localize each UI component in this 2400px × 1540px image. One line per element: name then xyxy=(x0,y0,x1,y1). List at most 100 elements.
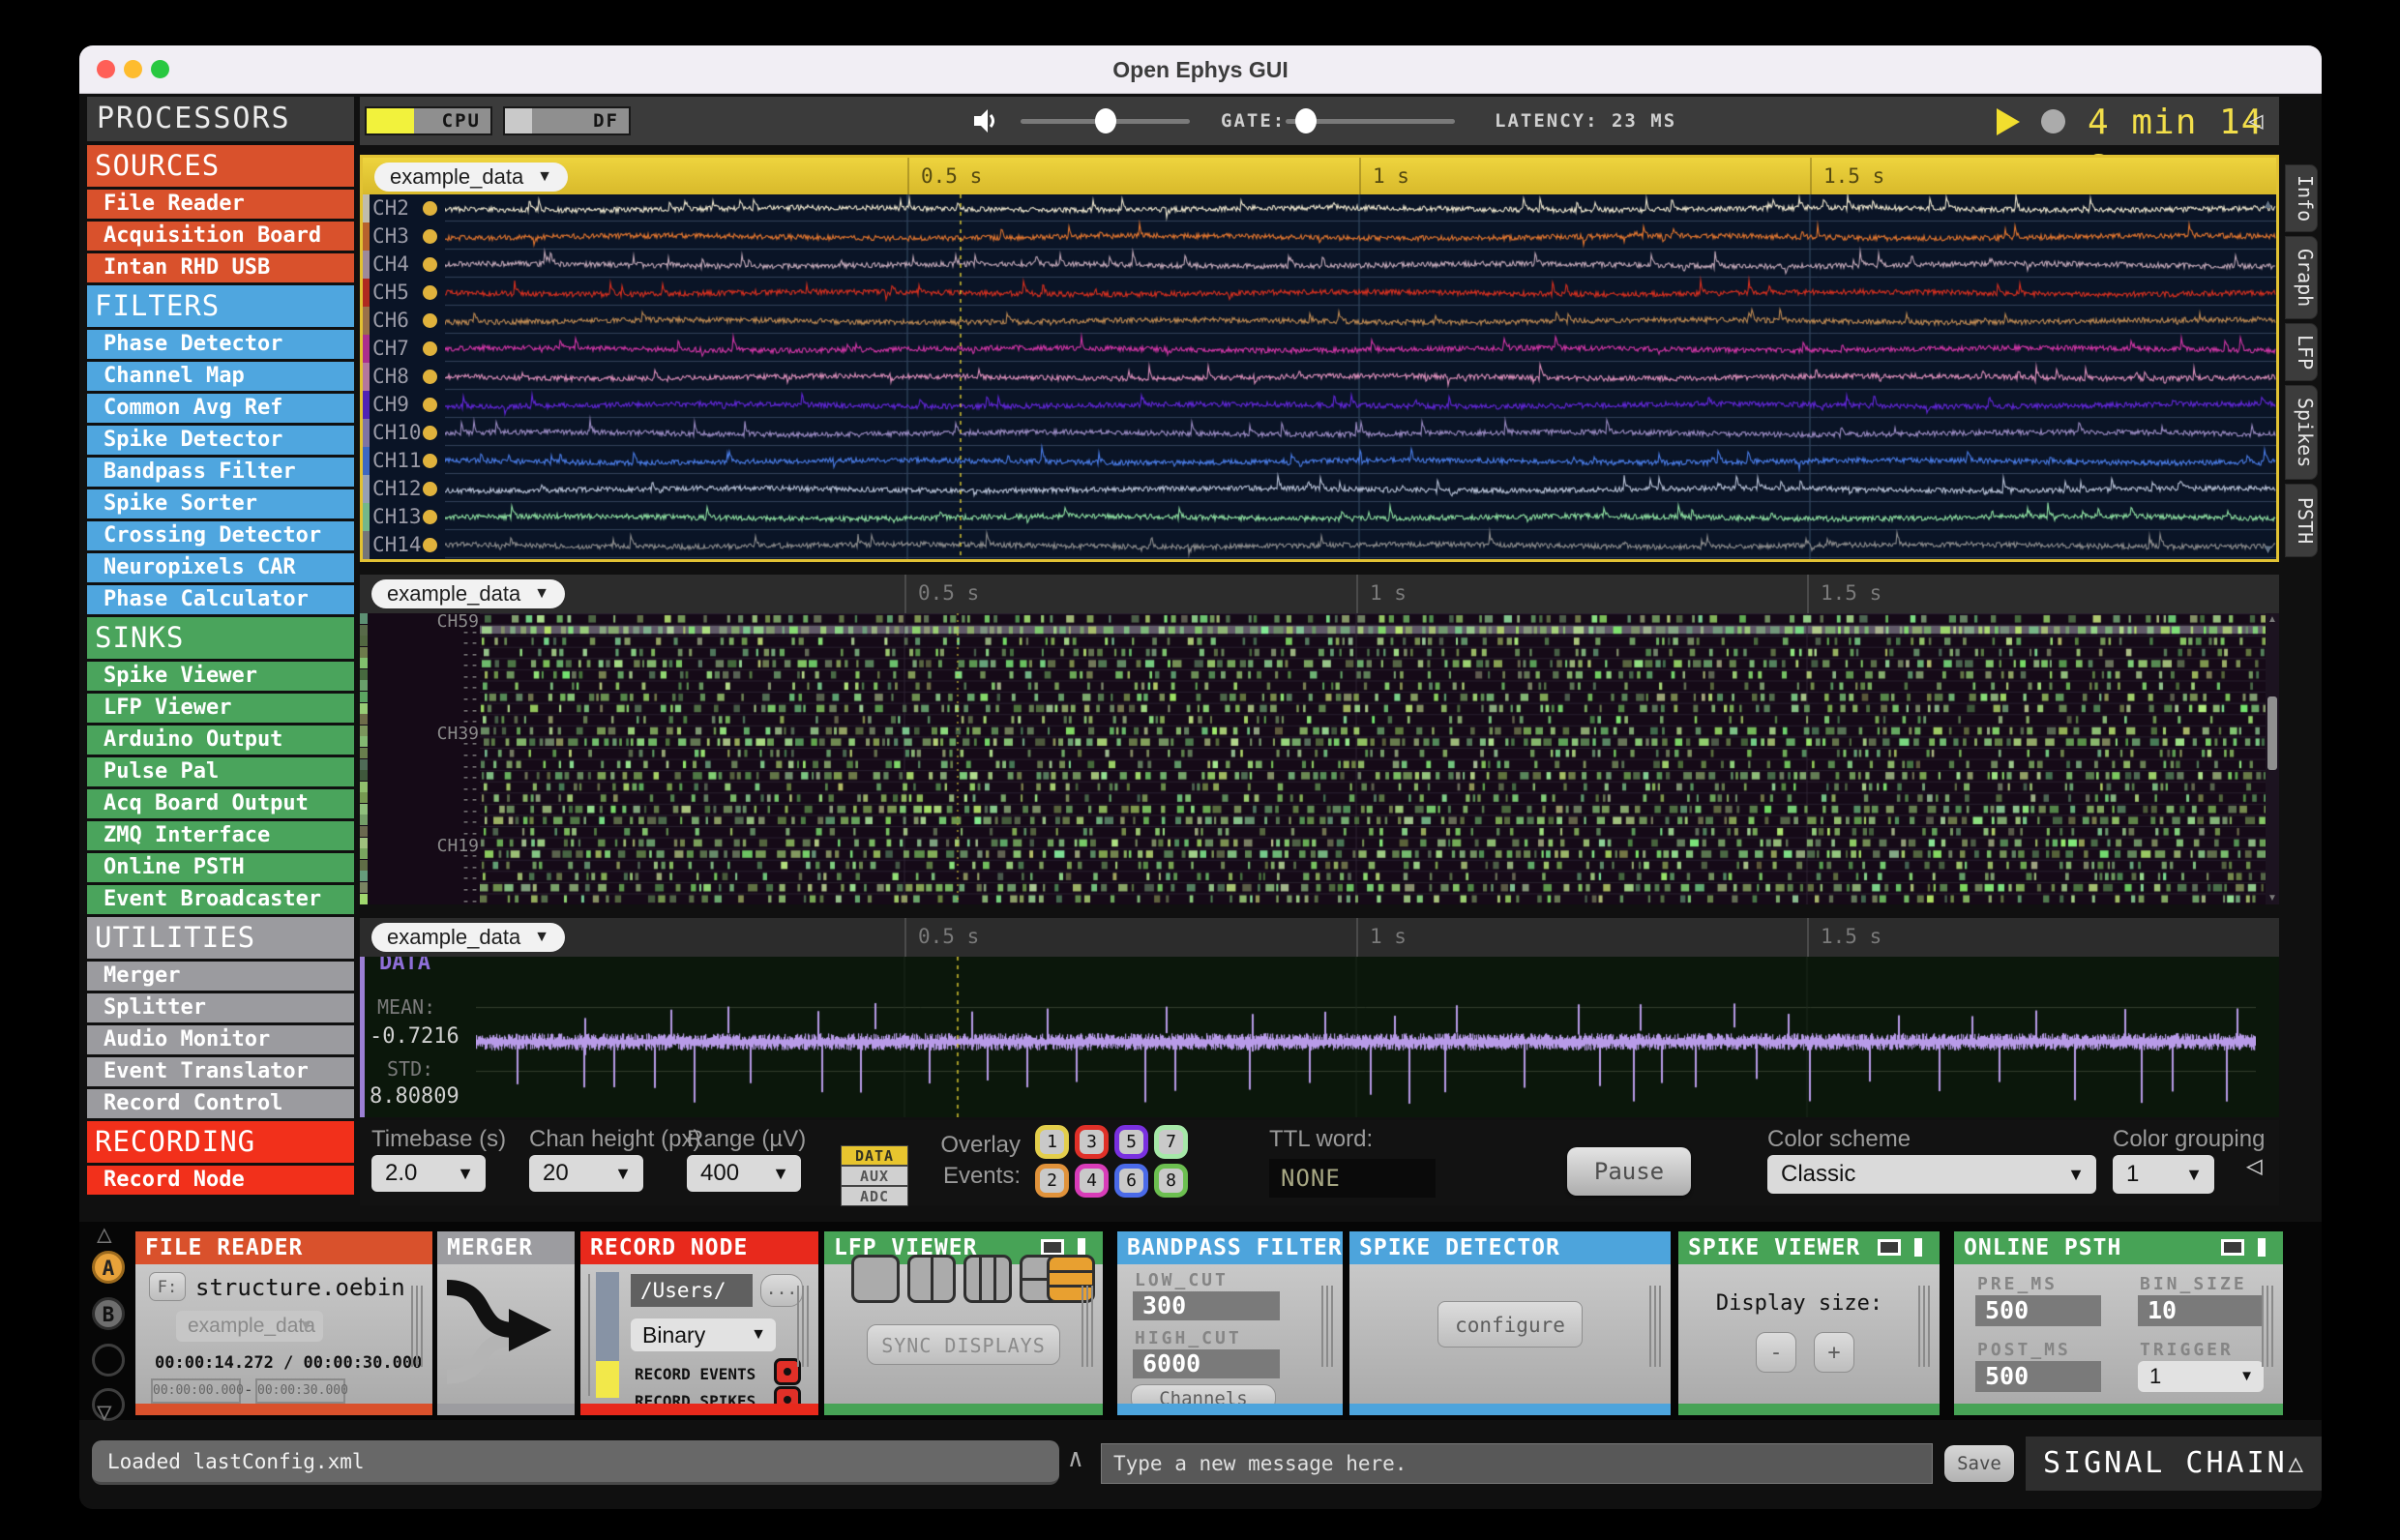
scroll-down-icon[interactable]: ▼ xyxy=(2267,893,2277,903)
gate-slider[interactable] xyxy=(1286,108,1455,133)
channel-audio-circle[interactable] xyxy=(423,257,437,272)
channel-label-ch9[interactable]: CH9 xyxy=(372,393,409,416)
sidebar-item-phase-detector[interactable]: Phase Detector xyxy=(87,330,354,359)
channel-audio-circle[interactable] xyxy=(423,482,437,496)
node-merger[interactable]: MERGER xyxy=(437,1231,575,1415)
channel-audio-circle[interactable] xyxy=(423,426,437,440)
sidebar-item-splitter[interactable]: Splitter xyxy=(87,993,354,1022)
layout-single-button[interactable] xyxy=(851,1255,900,1303)
configure-button[interactable]: configure xyxy=(1437,1301,1583,1348)
drag-handle[interactable] xyxy=(1649,1286,1662,1367)
node-file-reader[interactable]: FILE READER F: structure.oebin example_d… xyxy=(135,1231,432,1415)
node-spike-detector[interactable]: SPIKE DETECTOR configure xyxy=(1349,1231,1671,1415)
record-button[interactable] xyxy=(2041,109,2065,133)
node-spike-viewer[interactable]: SPIKE VIEWER Display size: - + xyxy=(1678,1231,1940,1415)
scroll-up-icon[interactable]: ▲ xyxy=(2267,614,2277,625)
channel-label-ch5[interactable]: CH5 xyxy=(372,281,409,304)
scroll-down-icon[interactable]: ▼ xyxy=(2262,542,2274,557)
drag-handle[interactable] xyxy=(2262,1286,2274,1367)
channel-audio-circle[interactable] xyxy=(423,398,437,412)
selector-a[interactable]: A xyxy=(92,1251,125,1284)
tab-graph[interactable]: Graph xyxy=(2285,236,2318,319)
save-button[interactable]: Save xyxy=(1944,1445,2014,1482)
display-size-minus-button[interactable]: - xyxy=(1756,1332,1796,1373)
sync-displays-button[interactable]: SYNC DISPLAYS xyxy=(867,1324,1060,1365)
raster-scroll-thumb[interactable] xyxy=(2267,696,2277,770)
overlay-event-4[interactable]: 4 xyxy=(1075,1164,1109,1198)
sidebar-item-spike-sorter[interactable]: Spike Sorter xyxy=(87,489,354,518)
high-cut-field[interactable]: 6000 xyxy=(1133,1349,1280,1378)
tab-icon[interactable] xyxy=(2258,1238,2266,1257)
channel-label-ch14[interactable]: CH14 xyxy=(372,533,422,556)
tab-lfp[interactable]: LFP xyxy=(2285,323,2318,381)
drag-handle[interactable] xyxy=(1321,1286,1334,1367)
channel-type-adc[interactable]: ADC xyxy=(841,1186,908,1206)
channel-label-ch3[interactable]: CH3 xyxy=(372,224,409,248)
chevron-up-icon[interactable]: ∧ xyxy=(1068,1444,1083,1473)
drag-handle[interactable] xyxy=(1918,1286,1931,1367)
selector-b[interactable]: B xyxy=(92,1297,125,1330)
drag-handle[interactable] xyxy=(411,1286,424,1367)
color-grouping-dropdown[interactable]: 1 ▼ xyxy=(2113,1155,2214,1194)
sidebar-item-record-control[interactable]: Record Control xyxy=(87,1089,354,1118)
channel-type-data[interactable]: DATA xyxy=(841,1145,908,1166)
lfp-source-dropdown[interactable]: example_data ▼ xyxy=(374,163,568,192)
channel-audio-circle[interactable] xyxy=(423,454,437,468)
record-path-field[interactable]: /Users/ xyxy=(631,1274,753,1307)
sidebar-item-lfp-viewer[interactable]: LFP Viewer xyxy=(87,694,354,723)
overlay-event-7[interactable]: 7 xyxy=(1154,1125,1188,1159)
collapse-arrow-icon[interactable]: ◁ xyxy=(2248,106,2264,135)
sidebar-item-spike-detector[interactable]: Spike Detector xyxy=(87,426,354,455)
layout-2col-button[interactable] xyxy=(907,1255,956,1303)
overlay-event-3[interactable]: 3 xyxy=(1075,1125,1109,1159)
sidebar-item-zmq-interface[interactable]: ZMQ Interface xyxy=(87,821,354,850)
sidebar-item-file-reader[interactable]: File Reader xyxy=(87,190,354,219)
message-input[interactable] xyxy=(1101,1443,1933,1484)
volume-knob[interactable] xyxy=(1094,108,1116,133)
sidebar-item-common-avg-ref[interactable]: Common Avg Ref xyxy=(87,394,354,423)
bin-size-field[interactable]: 10 xyxy=(2138,1295,2264,1326)
trigger-dropdown[interactable]: 1 ▼ xyxy=(2138,1361,2264,1392)
sidebar-item-merger[interactable]: Merger xyxy=(87,962,354,991)
file-select-button[interactable]: F: xyxy=(149,1272,186,1301)
drag-handle[interactable] xyxy=(1081,1286,1094,1367)
node-online-psth[interactable]: ONLINE PSTH PRE_MS 500 BIN_SIZE 10 POST_… xyxy=(1954,1231,2283,1415)
stats-source-dropdown[interactable]: example_data ▼ xyxy=(371,923,565,952)
channel-audio-circle[interactable] xyxy=(423,313,437,328)
sidebar-item-event-translator[interactable]: Event Translator xyxy=(87,1057,354,1086)
timebase-dropdown[interactable]: 2.0 ▼ xyxy=(371,1155,486,1192)
end-time-field[interactable]: 00:00:30.000 xyxy=(255,1378,348,1404)
tab-psth[interactable]: PSTH xyxy=(2285,484,2318,557)
chan-height-dropdown[interactable]: 20 ▼ xyxy=(529,1155,643,1192)
overlay-event-6[interactable]: 6 xyxy=(1114,1164,1148,1198)
sidebar-item-online-psth[interactable]: Online PSTH xyxy=(87,853,354,882)
sidebar-item-record-node[interactable]: Record Node xyxy=(87,1166,354,1195)
scroll-up-icon[interactable]: ▲ xyxy=(2262,196,2274,212)
sidebar-item-acq-board-output[interactable]: Acq Board Output xyxy=(87,789,354,818)
raster-scrollbar[interactable]: ▲ ▼ xyxy=(2266,613,2279,904)
sidebar-item-neuropixels-car[interactable]: Neuropixels CAR xyxy=(87,553,354,582)
channel-audio-circle[interactable] xyxy=(423,538,437,552)
window-icon[interactable] xyxy=(2221,1239,2244,1256)
display-size-plus-button[interactable]: + xyxy=(1814,1332,1854,1373)
channel-label-ch4[interactable]: CH4 xyxy=(372,252,409,276)
play-button[interactable] xyxy=(1997,108,2020,135)
window-icon[interactable] xyxy=(1878,1239,1901,1256)
channel-label-ch6[interactable]: CH6 xyxy=(372,309,409,332)
record-engine-dropdown[interactable]: Binary ▼ xyxy=(631,1318,776,1351)
selector-empty-1[interactable] xyxy=(92,1344,125,1377)
overlay-event-8[interactable]: 8 xyxy=(1154,1164,1188,1198)
selector-up-icon[interactable]: △ xyxy=(97,1220,112,1249)
overlay-event-2[interactable]: 2 xyxy=(1035,1164,1069,1198)
channel-label-ch8[interactable]: CH8 xyxy=(372,365,409,388)
channel-audio-circle[interactable] xyxy=(423,201,437,216)
low-cut-field[interactable]: 300 xyxy=(1133,1291,1280,1320)
channel-audio-circle[interactable] xyxy=(423,510,437,524)
window-icon[interactable] xyxy=(1041,1239,1064,1256)
channel-label-ch10[interactable]: CH10 xyxy=(372,421,422,444)
collapse-arrow-icon[interactable]: ◁ xyxy=(2246,1149,2263,1181)
sidebar-item-acquisition-board[interactable]: Acquisition Board xyxy=(87,222,354,251)
node-lfp-viewer[interactable]: LFP VIEWER SYNC DISPLAYS xyxy=(824,1231,1103,1415)
channel-audio-circle[interactable] xyxy=(423,341,437,356)
color-scheme-dropdown[interactable]: Classic ▼ xyxy=(1767,1155,2096,1194)
